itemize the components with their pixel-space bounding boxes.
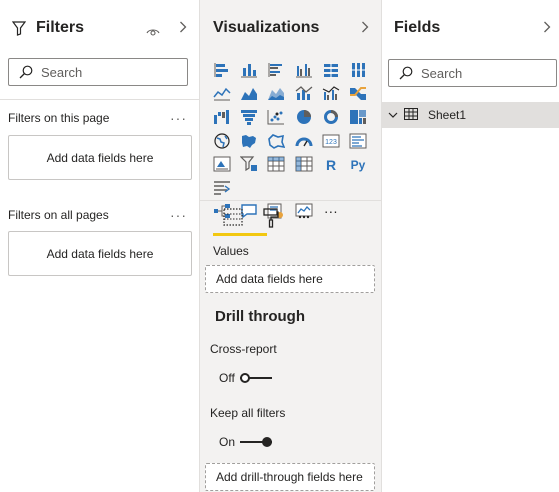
fields-search-placeholder: Search <box>421 65 463 81</box>
waterfall-chart-icon[interactable] <box>208 106 235 128</box>
search-icon <box>19 65 33 79</box>
collapse-filters-icon[interactable] <box>179 20 187 36</box>
r-script-visual-icon[interactable]: R <box>317 153 344 175</box>
drill-through-title: Drill through <box>215 308 305 325</box>
table-icon <box>404 107 418 123</box>
funnel-chart-icon[interactable] <box>235 106 262 128</box>
filters-page-drop-zone[interactable]: Add data fields here <box>8 135 192 180</box>
toggle-track <box>239 373 272 383</box>
drop-zone-label: Add data fields here <box>46 150 154 165</box>
keep-all-filters-state: On <box>219 435 236 449</box>
stacked-bar-chart-icon[interactable] <box>208 59 235 81</box>
keep-all-filters-toggle[interactable]: On <box>219 435 273 449</box>
drop-zone-label: Add data fields here <box>216 272 323 286</box>
drill-through-drop-zone[interactable]: Add drill-through fields here <box>205 463 375 491</box>
matrix-icon[interactable] <box>290 153 317 175</box>
drop-zone-label: Add data fields here <box>46 246 154 261</box>
collapse-fields-icon[interactable] <box>543 20 551 36</box>
filters-all-pages-label: Filters on all pages <box>8 208 109 222</box>
slicer-icon[interactable] <box>235 153 262 175</box>
line-and-clustered-column-chart-icon[interactable] <box>317 82 344 104</box>
svg-text:R: R <box>326 157 336 172</box>
values-drop-zone[interactable]: Add data fields here <box>205 265 375 293</box>
clustered-column-chart-icon[interactable] <box>290 59 317 81</box>
fields-search-input[interactable]: Search <box>388 59 557 87</box>
filled-map-icon[interactable] <box>235 130 262 152</box>
filter-funnel-icon <box>11 21 27 41</box>
100-stacked-column-chart-icon[interactable] <box>344 59 371 81</box>
stacked-column-chart-icon[interactable] <box>235 59 262 81</box>
stacked-area-chart-icon[interactable] <box>263 82 290 104</box>
treemap-icon[interactable] <box>344 106 371 128</box>
card-icon[interactable]: 123 <box>317 130 344 152</box>
multi-row-card-icon[interactable] <box>344 130 371 152</box>
gauge-icon[interactable] <box>290 130 317 152</box>
python-visual-icon[interactable]: Py <box>344 153 371 175</box>
donut-chart-icon[interactable] <box>317 106 344 128</box>
ribbon-chart-icon[interactable] <box>344 82 371 104</box>
table-icon[interactable] <box>263 153 290 175</box>
scatter-chart-icon[interactable] <box>263 106 290 128</box>
key-influencers-icon[interactable] <box>208 177 235 199</box>
cross-report-label: Cross-report <box>210 342 277 356</box>
search-icon <box>399 66 413 80</box>
map-icon[interactable] <box>208 130 235 152</box>
format-paint-roller-icon[interactable] <box>263 208 279 233</box>
more-visuals-icon[interactable]: ··· <box>317 200 344 222</box>
filters-search-input[interactable]: Search <box>8 58 188 86</box>
line-chart-icon[interactable] <box>208 82 235 104</box>
filters-title: Filters <box>36 19 85 36</box>
table-name: Sheet1 <box>428 108 467 122</box>
values-label: Values <box>213 244 249 258</box>
filters-on-page-label: Filters on this page <box>8 111 110 125</box>
kpi-icon[interactable] <box>208 153 235 175</box>
visualizations-pane: Visualizations 123 R Py ··· Values Add d… <box>200 0 382 492</box>
visual-gallery: 123 R Py ··· <box>208 58 372 223</box>
collapse-visualizations-icon[interactable] <box>361 20 369 36</box>
filters-page-more-icon[interactable]: ··· <box>170 110 187 126</box>
filters-all-more-icon[interactable]: ··· <box>170 207 187 223</box>
divider <box>200 200 382 201</box>
filters-all-drop-zone[interactable]: Add data fields here <box>8 231 192 276</box>
fields-pane: Fields Search Sheet1 <box>382 0 559 492</box>
eye-icon[interactable] <box>146 24 160 42</box>
keep-all-filters-label: Keep all filters <box>210 406 286 420</box>
100-stacked-bar-chart-icon[interactable] <box>317 59 344 81</box>
toggle-track <box>240 437 273 447</box>
fields-title: Fields <box>394 19 441 36</box>
line-and-stacked-column-chart-icon[interactable] <box>290 82 317 104</box>
clustered-bar-chart-icon[interactable] <box>263 59 290 81</box>
cross-report-toggle[interactable]: Off <box>219 371 272 385</box>
svg-text:Py: Py <box>351 158 366 172</box>
chevron-down-icon[interactable] <box>388 108 398 122</box>
cross-report-state: Off <box>219 371 235 385</box>
divider <box>0 99 200 100</box>
svg-text:123: 123 <box>325 139 337 146</box>
drop-zone-label: Add drill-through fields here <box>216 470 363 484</box>
table-row-sheet1[interactable]: Sheet1 <box>382 102 559 128</box>
visualizations-title: Visualizations <box>213 19 320 36</box>
filters-pane: Filters Search Filters on this page ··· … <box>0 0 200 492</box>
shape-map-icon[interactable] <box>263 130 290 152</box>
active-tab-indicator <box>213 233 267 236</box>
filters-search-placeholder: Search <box>41 64 83 80</box>
paginated-report-icon[interactable] <box>290 200 317 222</box>
pie-chart-icon[interactable] <box>290 106 317 128</box>
fields-tab-icon[interactable] <box>223 208 243 231</box>
area-chart-icon[interactable] <box>235 82 262 104</box>
